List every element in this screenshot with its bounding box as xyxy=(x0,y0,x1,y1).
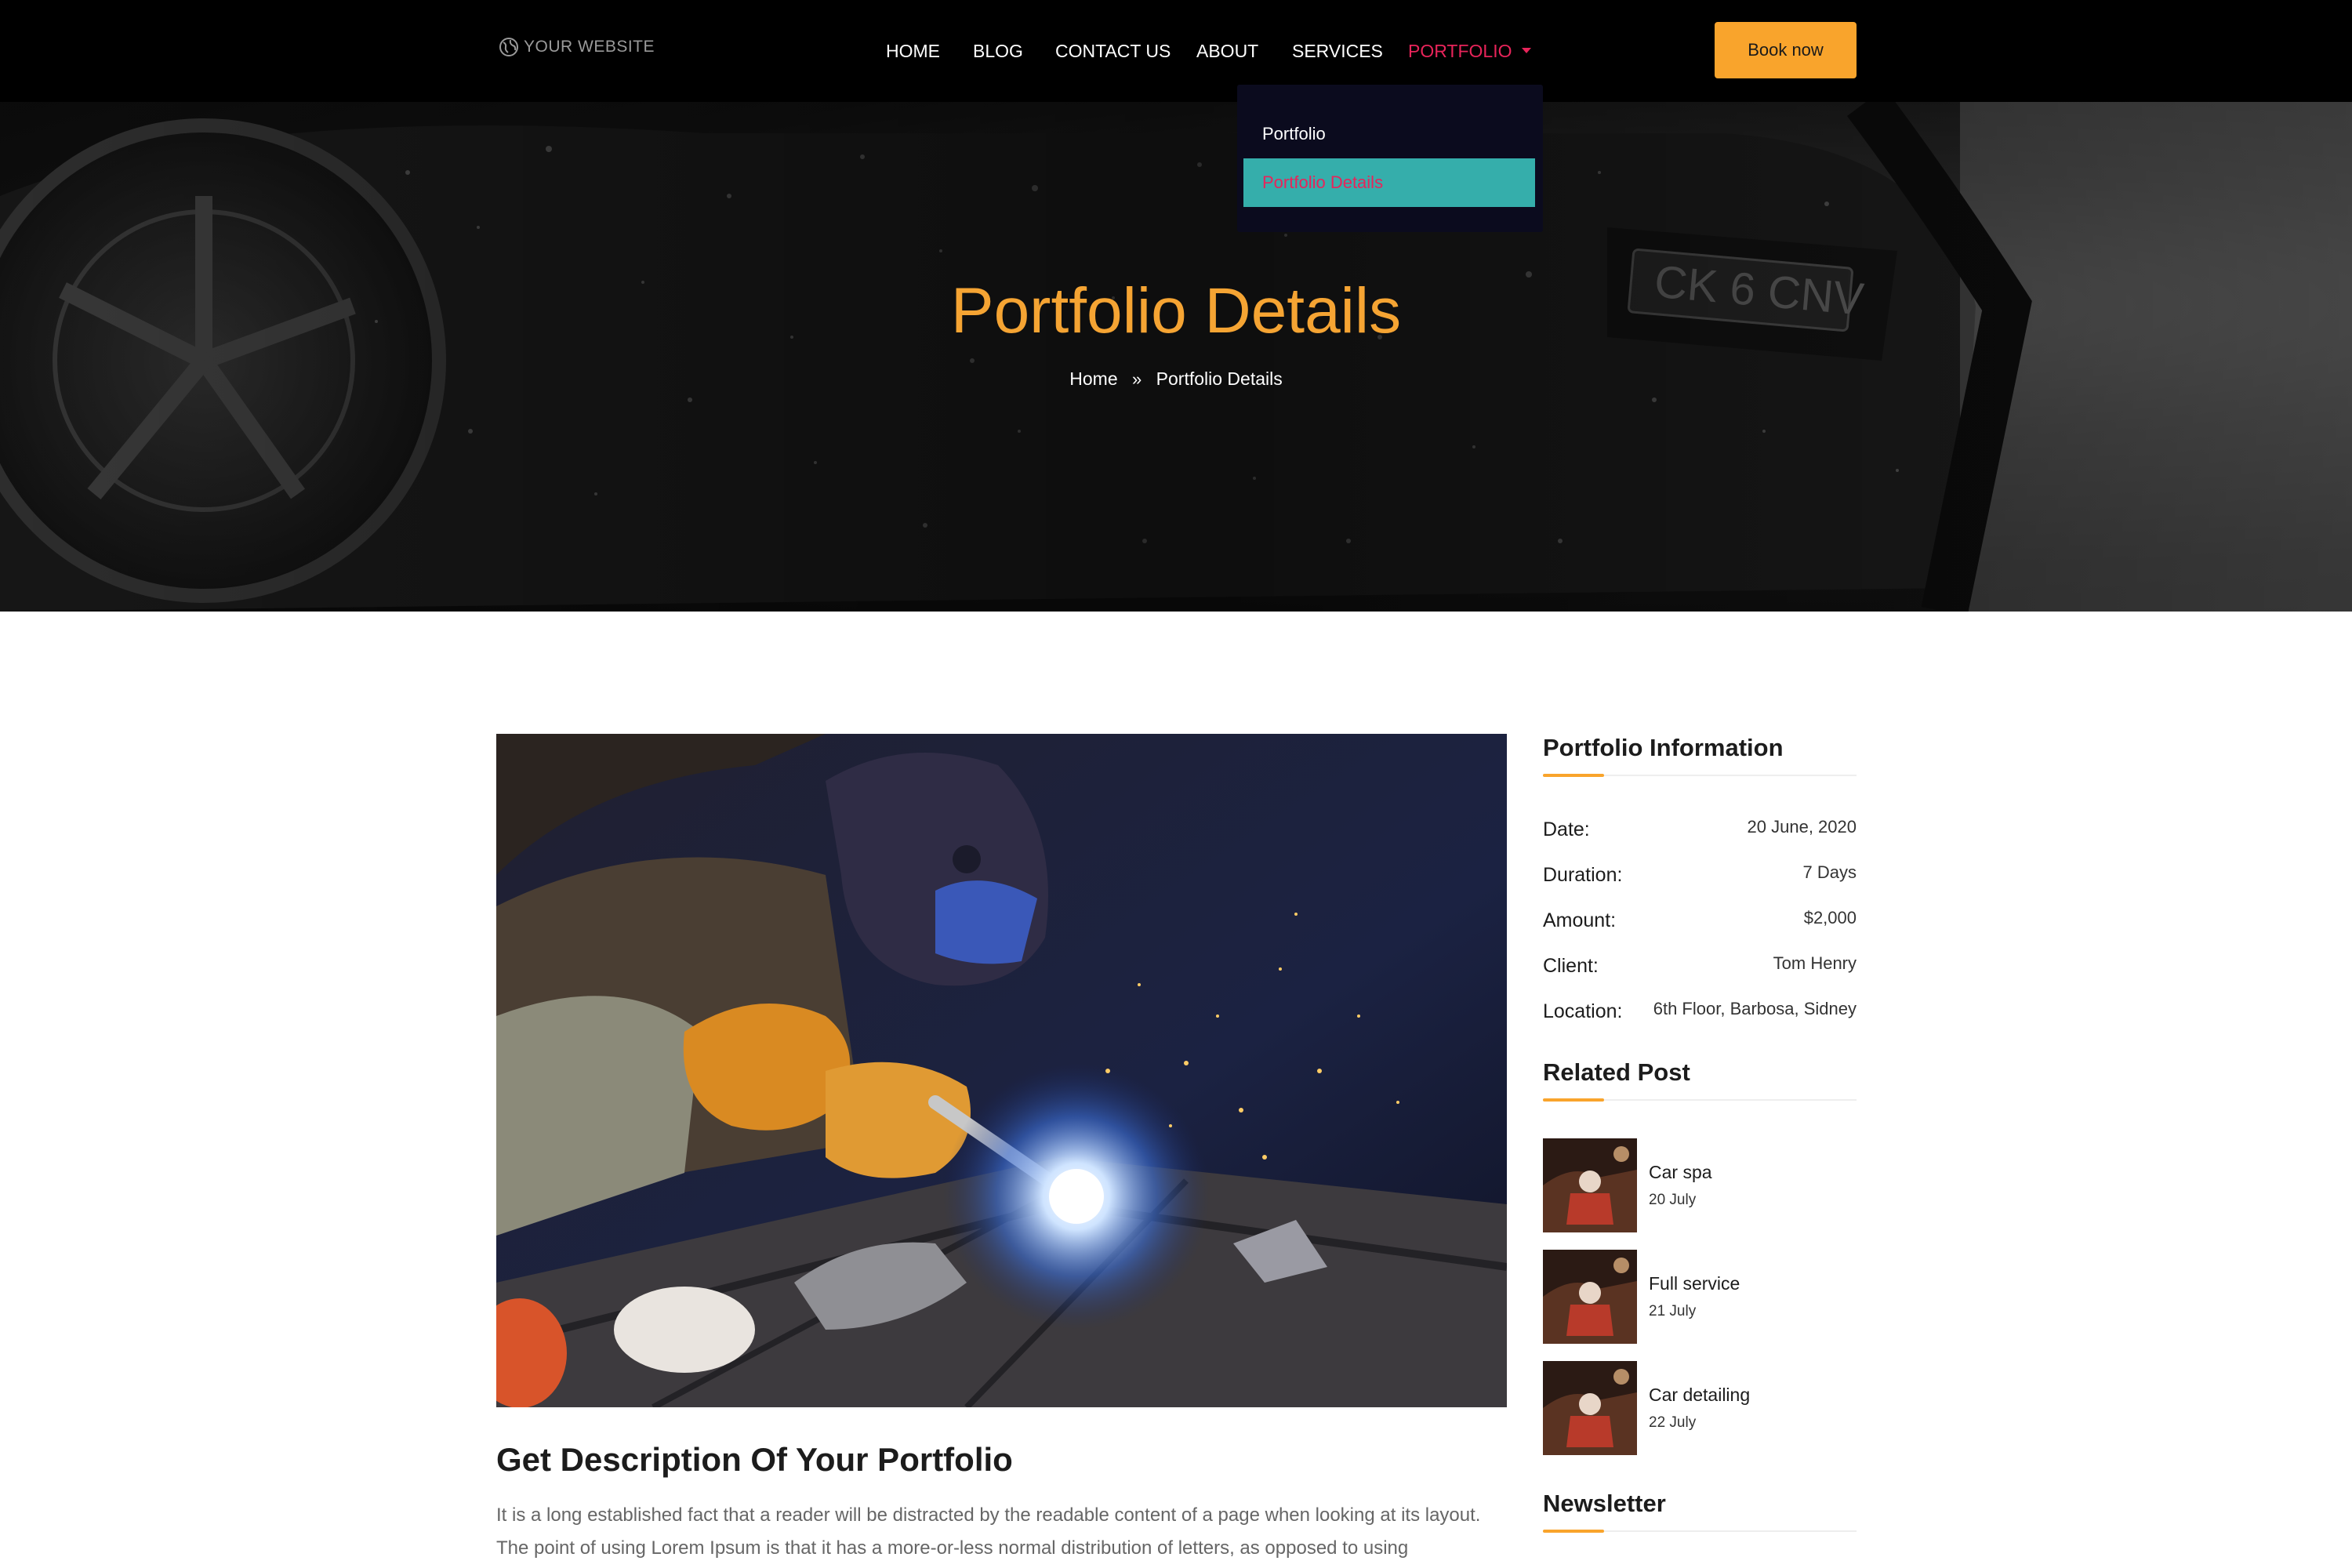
breadcrumb-current: Portfolio Details xyxy=(1156,368,1283,389)
info-value: $2,000 xyxy=(1803,908,1857,927)
description-heading: Get Description Of Your Portfolio xyxy=(496,1441,1013,1478)
related-post-title-text: Car detailing xyxy=(1649,1385,1751,1405)
info-row-duration: Duration: 7 Days xyxy=(1543,859,1857,891)
related-post-item[interactable]: Full service 21 July xyxy=(1543,1250,1857,1344)
section-divider xyxy=(1543,1530,1857,1533)
nav-contact-us[interactable]: CONTACT US xyxy=(1055,38,1171,64)
breadcrumb-home[interactable]: Home xyxy=(1069,368,1117,389)
section-divider xyxy=(1543,774,1857,777)
dropdown-item-portfolio[interactable]: Portfolio xyxy=(1243,110,1535,158)
portfolio-dropdown-menu: Portfolio Portfolio Details xyxy=(1237,85,1543,232)
page-title: Portfolio Details xyxy=(950,275,1402,347)
info-value: Tom Henry xyxy=(1773,953,1857,973)
divider-accent xyxy=(1543,1098,1604,1102)
related-post-title-text: Full service xyxy=(1649,1273,1740,1294)
related-post-thumbnail xyxy=(1543,1361,1637,1455)
info-value: 20 June, 2020 xyxy=(1747,817,1857,837)
breadcrumb: Home » Portfolio Details xyxy=(0,368,2352,390)
thumbnail-image xyxy=(1543,1361,1637,1455)
hero-car-background: CK 6 CNV xyxy=(0,102,2352,612)
related-post-date: 20 July xyxy=(1649,1192,1697,1208)
info-label: Client: xyxy=(1543,955,1599,977)
nav-blog[interactable]: BLOG xyxy=(973,38,1023,64)
section-divider xyxy=(1543,1098,1857,1102)
related-post-item[interactable]: Car detailing 22 July xyxy=(1543,1361,1857,1455)
related-post-title-text: Car spa xyxy=(1649,1162,1712,1182)
info-row-location: Location: 6th Floor, Barbosa, Sidney xyxy=(1543,996,1857,1027)
dropdown-item-portfolio-details[interactable]: Portfolio Details xyxy=(1243,158,1535,207)
info-row-date: Date: 20 June, 2020 xyxy=(1543,814,1857,845)
portfolio-information-title: Portfolio Information xyxy=(1543,734,1784,761)
newsletter-title: Newsletter xyxy=(1543,1490,1666,1517)
related-post-title: Related Post xyxy=(1543,1058,1690,1086)
nav-home[interactable]: HOME xyxy=(886,38,940,64)
thumbnail-image xyxy=(1543,1250,1637,1344)
info-label: Location: xyxy=(1543,1000,1623,1022)
related-post-item[interactable]: Car spa 20 July xyxy=(1543,1138,1857,1232)
double-chevron-right-icon: » xyxy=(1132,369,1142,389)
navbar: YOUR WEBSITE HOME BLOG CONTACT US ABOUT … xyxy=(0,0,2352,102)
info-label: Amount: xyxy=(1543,909,1617,931)
welder-photo xyxy=(496,734,1507,1407)
nav-about[interactable]: ABOUT xyxy=(1196,38,1258,64)
info-label: Date: xyxy=(1543,818,1590,840)
thumbnail-image xyxy=(1543,1138,1637,1232)
nav-portfolio[interactable]: PORTFOLIO xyxy=(1408,38,1531,64)
info-row-client: Client: Tom Henry xyxy=(1543,950,1857,982)
info-row-amount: Amount: $2,000 xyxy=(1543,905,1857,936)
related-post-thumbnail xyxy=(1543,1138,1637,1232)
description-paragraph: It is a long established fact that a rea… xyxy=(496,1504,1481,1559)
related-post-thumbnail xyxy=(1543,1250,1637,1344)
portfolio-main-image xyxy=(496,734,1507,1407)
nav-services[interactable]: SERVICES xyxy=(1292,38,1383,64)
caret-down-icon xyxy=(1521,48,1531,54)
divider-accent xyxy=(1543,1530,1604,1533)
info-value: 7 Days xyxy=(1802,862,1857,882)
related-post-date: 21 July xyxy=(1649,1303,1697,1319)
info-value: 6th Floor, Barbosa, Sidney xyxy=(1653,999,1857,1018)
book-now-button[interactable]: Book now xyxy=(1715,22,1857,78)
info-label: Duration: xyxy=(1543,864,1623,886)
main-nav: HOME BLOG CONTACT US ABOUT SERVICES PORT… xyxy=(0,38,2352,64)
related-post-date: 22 July xyxy=(1649,1414,1697,1431)
divider-accent xyxy=(1543,774,1604,777)
hero-banner: CK 6 CNV Portfolio Details Home » Portfo… xyxy=(0,102,2352,612)
nav-portfolio-label: PORTFOLIO xyxy=(1408,41,1512,61)
